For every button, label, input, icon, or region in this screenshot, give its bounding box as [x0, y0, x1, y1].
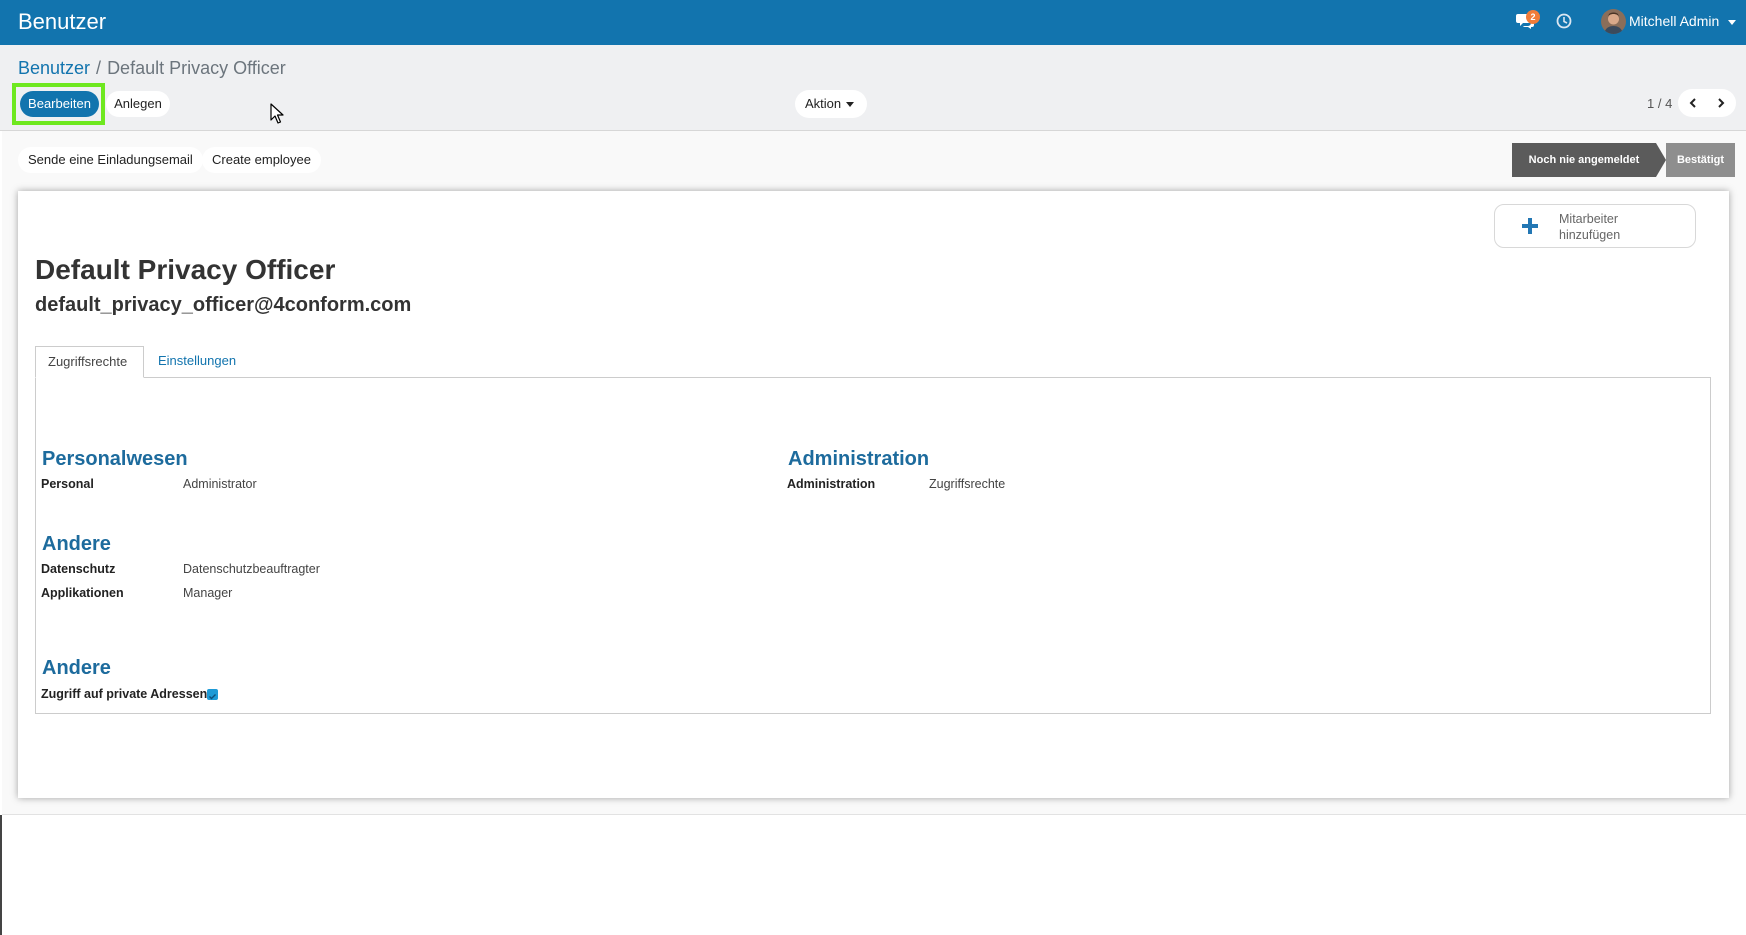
send-invitation-button[interactable]: Sende eine Einladungsemail [18, 147, 203, 173]
user-menu[interactable]: Mitchell Admin [1629, 13, 1719, 29]
field-label-personal: Personal [41, 477, 94, 491]
caret-down-icon [846, 102, 855, 108]
chevron-down-icon[interactable] [1728, 20, 1736, 25]
tab-access-rights[interactable]: Zugriffsrechte [35, 346, 144, 378]
breadcrumb-separator: / [96, 58, 102, 78]
field-label-administration: Administration [787, 477, 876, 491]
control-panel: Benutzer / Default Privacy Officer Bearbei… [0, 45, 1746, 131]
breadcrumb: Benutzer / Default Privacy Officer [18, 58, 286, 79]
create-button[interactable]: Anlegen [106, 91, 170, 117]
pager-value[interactable]: 1 / 4 [1647, 96, 1672, 111]
clock-icon[interactable] [1556, 13, 1572, 29]
smart-button-label: Mitarbeiter hinzufügen [1559, 211, 1639, 243]
field-value-personal: Administrator [183, 477, 257, 491]
pager-buttons [1678, 89, 1736, 117]
field-label-applikationen: Applikationen [41, 586, 124, 600]
app-title[interactable]: Benutzer [18, 9, 106, 35]
smart-button-text: Mitarbeiter hinzufügen [1559, 212, 1621, 242]
plus-icon [1522, 218, 1538, 234]
breadcrumb-current: Default Privacy Officer [107, 58, 286, 78]
chevron-left-icon[interactable] [1688, 98, 1698, 108]
add-employee-smart-button[interactable]: Mitarbeiter hinzufügen [1494, 204, 1696, 248]
group-title-personalwesen: Personalwesen [42, 448, 188, 470]
tab-preferences[interactable]: Einstellungen [158, 346, 236, 378]
private-addresses-checkbox[interactable] [207, 689, 218, 700]
create-employee-button[interactable]: Create employee [202, 147, 321, 173]
breadcrumb-users-link[interactable]: Benutzer [18, 58, 90, 78]
tab-panel-access-rights: Personalwesen Personal Administrator Adm… [35, 377, 1711, 714]
action-dropdown-label: Aktion [805, 96, 842, 111]
message-count-badge: 2 [1526, 10, 1540, 24]
mouse-cursor-icon [270, 103, 284, 124]
field-value-applikationen: Manager [183, 586, 233, 600]
group-title-andere: Andere [42, 533, 111, 555]
chevron-right-icon[interactable] [1716, 98, 1726, 108]
status-confirmed[interactable]: Bestätigt [1666, 143, 1735, 177]
avatar[interactable] [1601, 9, 1626, 34]
action-dropdown[interactable]: Aktion [795, 90, 867, 118]
edit-button[interactable]: Bearbeiten [20, 91, 99, 117]
form-view: Sende eine Einladungsemail Create employ… [2, 131, 1746, 815]
record-title: Default Privacy Officer [35, 254, 336, 285]
group-title-andere-2: Andere [42, 657, 111, 679]
record-email: default_privacy_officer@4conform.com [35, 294, 412, 316]
field-label-private-addresses: Zugriff auf private Adressen [41, 687, 208, 701]
field-label-datenschutz: Datenschutz [41, 562, 116, 576]
form-sheet: Mitarbeiter hinzufügen Default Privacy O… [18, 191, 1729, 798]
top-navbar: Benutzer 2 Mitchell Admin [0, 0, 1746, 45]
status-never-connected[interactable]: Noch nie angemeldet [1512, 143, 1656, 177]
field-value-datenschutz: Datenschutzbeauftragter [183, 562, 320, 576]
group-title-administration: Administration [788, 448, 930, 470]
field-value-administration: Zugriffsrechte [929, 477, 1006, 491]
checkmark-icon [209, 694, 216, 700]
status-arrow [1656, 143, 1666, 177]
window-edge [0, 815, 2, 935]
edit-button-highlight: Bearbeiten [12, 83, 105, 125]
status-bar: Noch nie angemeldet Bestätigt [1512, 143, 1735, 177]
